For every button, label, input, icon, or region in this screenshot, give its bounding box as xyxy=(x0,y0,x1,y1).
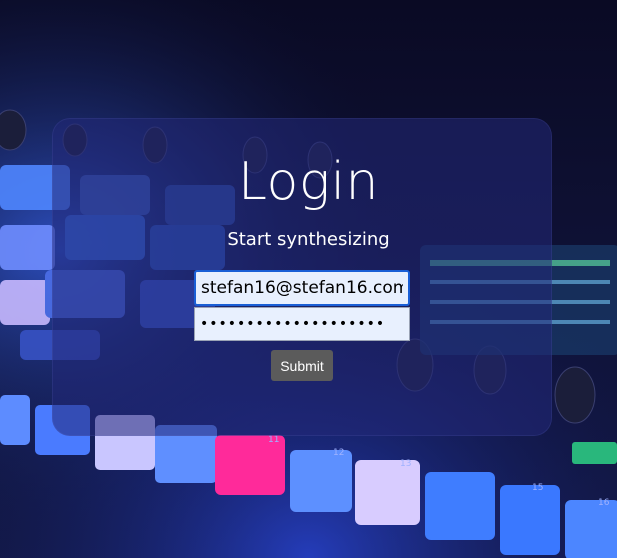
password-input[interactable] xyxy=(194,307,410,341)
submit-button[interactable]: Submit xyxy=(271,350,333,381)
email-input[interactable] xyxy=(194,270,410,306)
play-button-light xyxy=(572,442,617,464)
login-title: Login xyxy=(238,152,379,212)
pad-number-15: 15 xyxy=(532,483,543,493)
pad-number-11: 11 xyxy=(268,435,279,445)
pad-number-12: 12 xyxy=(333,448,344,458)
pad-number-13: 13 xyxy=(400,459,411,469)
pad-number-16: 16 xyxy=(598,498,610,508)
login-subtitle: Start synthesizing xyxy=(227,229,390,250)
